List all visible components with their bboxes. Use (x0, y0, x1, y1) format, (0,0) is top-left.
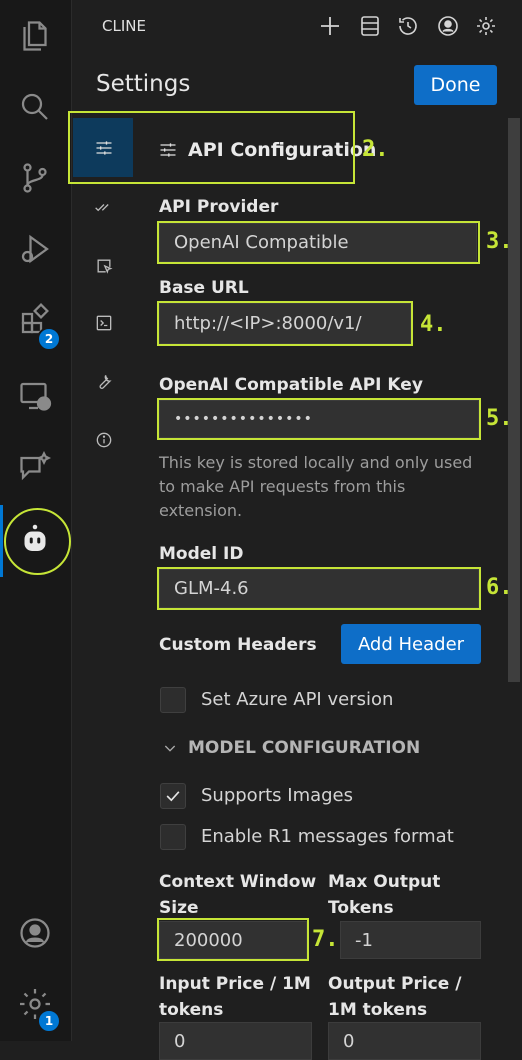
api-key-help-text: This key is stored locally and only used… (159, 453, 473, 520)
max-output-label-line1: Max Output (328, 872, 441, 892)
annotation-3-box (157, 221, 480, 264)
annotation-7-box (157, 918, 309, 961)
api-key-label: OpenAI Compatible API Key (159, 375, 423, 395)
annotation-2-label: 2. (362, 137, 389, 162)
max-output-input[interactable]: -1 (340, 921, 481, 959)
azure-api-version-label: Set Azure API version (201, 689, 394, 710)
azure-api-version-checkbox[interactable] (160, 687, 186, 713)
settings-title: Settings (96, 71, 191, 97)
annotation-4-label: 4. (420, 312, 447, 337)
tab-info-icon[interactable] (92, 428, 116, 452)
history-icon[interactable] (394, 12, 422, 40)
context-window-label: Context Window Size (159, 869, 316, 921)
model-id-label: Model ID (159, 544, 244, 564)
supports-images-label: Supports Images (201, 785, 354, 806)
source-control-icon[interactable] (14, 157, 56, 199)
input-price-input[interactable]: 0 (159, 1022, 312, 1060)
explorer-icon[interactable] (14, 15, 56, 57)
annotation-2-box (68, 111, 355, 184)
annotation-1-circle (4, 508, 71, 575)
done-button[interactable]: Done (414, 65, 497, 105)
input-price-label-line1: Input Price / 1M (159, 974, 311, 994)
r1-format-checkbox[interactable] (160, 824, 186, 850)
output-price-input[interactable]: 0 (328, 1022, 481, 1060)
active-indicator (0, 505, 3, 577)
annotation-7-label: 7. (312, 927, 339, 952)
tab-browser-cursor-icon[interactable] (92, 254, 116, 278)
model-configuration-toggle[interactable]: MODEL CONFIGURATION (162, 738, 420, 758)
model-configuration-title: MODEL CONFIGURATION (188, 738, 421, 758)
annotation-6-box (157, 567, 481, 610)
tab-wrench-icon[interactable] (92, 370, 116, 394)
annotation-4-box (157, 301, 413, 346)
custom-headers-label: Custom Headers (159, 635, 317, 655)
tab-terminal-icon[interactable] (92, 311, 116, 335)
r1-format-label: Enable R1 messages format (201, 826, 454, 847)
extensions-badge: 2 (37, 327, 61, 351)
output-price-label-line2: 1M tokens (328, 1000, 428, 1020)
input-price-label-line2: tokens (159, 1000, 224, 1020)
tab-features-checks-icon[interactable] (92, 195, 116, 219)
activity-bar: 2 1. 1 (0, 0, 104, 1041)
api-provider-label: API Provider (159, 197, 279, 217)
remote-explorer-icon[interactable] (14, 375, 56, 417)
panel-scrollbar[interactable] (508, 118, 520, 682)
annotation-5-box (157, 398, 481, 440)
run-debug-icon[interactable] (14, 228, 56, 270)
checkmark-icon (166, 791, 180, 802)
add-header-button[interactable]: Add Header (341, 624, 481, 664)
chat-sparkle-icon[interactable] (14, 446, 56, 488)
panel-header-title: CLINE (102, 17, 146, 35)
output-price-label: Output Price / 1M tokens (328, 971, 461, 1023)
chevron-down-icon (164, 745, 176, 752)
base-url-label: Base URL (159, 278, 249, 298)
supports-images-checkbox[interactable] (160, 783, 186, 809)
account-circle-icon[interactable] (434, 12, 462, 40)
max-output-label-line2: Tokens (328, 898, 394, 918)
server-icon[interactable] (356, 12, 384, 40)
output-price-label-line1: Output Price / (328, 974, 462, 994)
manage-badge: 1 (37, 1009, 61, 1033)
account-icon[interactable] (14, 912, 56, 954)
max-output-label: Max Output Tokens (328, 869, 440, 921)
input-price-label: Input Price / 1M tokens (159, 971, 311, 1023)
context-window-label-line1: Context Window (159, 872, 317, 892)
plus-icon[interactable] (316, 12, 344, 40)
settings-gear-icon[interactable] (472, 12, 500, 40)
search-icon[interactable] (14, 86, 56, 128)
